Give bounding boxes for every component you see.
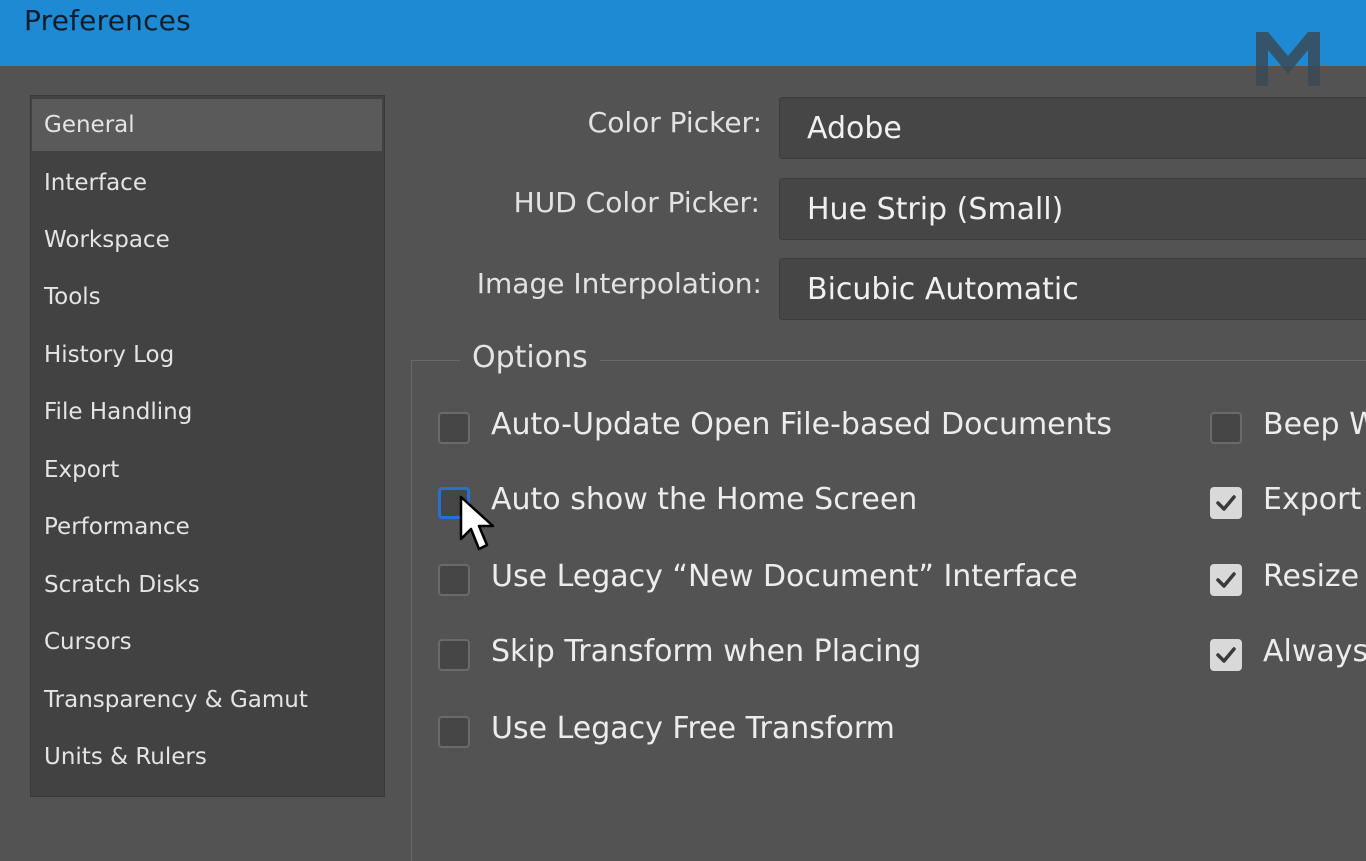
image-interpolation-value: Bicubic Automatic bbox=[807, 271, 1079, 307]
image-interpolation-label: Image Interpolation: bbox=[476, 267, 762, 300]
hud-color-picker-label: HUD Color Picker: bbox=[513, 186, 760, 219]
hud-color-picker-value: Hue Strip (Small) bbox=[807, 191, 1064, 227]
sidebar-item-label: Export bbox=[44, 457, 120, 483]
export-checkbox[interactable] bbox=[1210, 487, 1242, 519]
color-picker-label: Color Picker: bbox=[587, 106, 762, 139]
always-checkbox[interactable] bbox=[1210, 639, 1242, 671]
sidebar-item-label: General bbox=[44, 112, 135, 138]
sidebar-item-label: Performance bbox=[44, 514, 190, 540]
auto-show-home-screen-label[interactable]: Auto show the Home Screen bbox=[491, 482, 917, 517]
sidebar-item-history-log[interactable]: History Log bbox=[32, 329, 382, 381]
legacy-free-transform-label[interactable]: Use Legacy Free Transform bbox=[491, 711, 895, 746]
checkmark-icon bbox=[1216, 495, 1236, 511]
hud-color-picker-select[interactable]: Hue Strip (Small) bbox=[779, 178, 1366, 240]
sidebar-item-label: Scratch Disks bbox=[44, 572, 200, 598]
sidebar-item-label: Interface bbox=[44, 170, 147, 196]
sidebar-item-label: History Log bbox=[44, 342, 175, 368]
title-bar: Preferences bbox=[0, 0, 1366, 66]
watermark-logo-icon bbox=[1256, 32, 1320, 86]
sidebar-item-tools[interactable]: Tools bbox=[32, 271, 382, 323]
beep-checkbox[interactable] bbox=[1210, 412, 1242, 444]
sidebar-item-interface[interactable]: Interface bbox=[32, 157, 382, 209]
sidebar-item-performance[interactable]: Performance bbox=[32, 501, 382, 553]
sidebar-item-label: Cursors bbox=[44, 629, 132, 655]
export-label[interactable]: Export bbox=[1263, 482, 1361, 517]
resize-checkbox[interactable] bbox=[1210, 564, 1242, 596]
color-picker-select[interactable]: Adobe bbox=[779, 97, 1366, 159]
image-interpolation-select[interactable]: Bicubic Automatic bbox=[779, 258, 1366, 320]
resize-label[interactable]: Resize bbox=[1263, 559, 1359, 594]
beep-label[interactable]: Beep W bbox=[1263, 407, 1366, 442]
legacy-new-document-checkbox[interactable] bbox=[438, 564, 470, 596]
always-label[interactable]: Always bbox=[1263, 634, 1366, 669]
sidebar-item-label: Workspace bbox=[44, 227, 170, 253]
sidebar-item-label: Units & Rulers bbox=[44, 744, 207, 770]
legacy-free-transform-checkbox[interactable] bbox=[438, 716, 470, 748]
sidebar-item-file-handling[interactable]: File Handling bbox=[32, 386, 382, 438]
options-group-title: Options bbox=[460, 340, 600, 375]
sidebar-item-units-rulers[interactable]: Units & Rulers bbox=[32, 731, 382, 783]
category-list: General Interface Workspace Tools Histor… bbox=[30, 95, 385, 797]
sidebar-item-workspace[interactable]: Workspace bbox=[32, 214, 382, 266]
sidebar-item-general[interactable]: General bbox=[32, 99, 382, 151]
sidebar-item-label: File Handling bbox=[44, 399, 193, 425]
skip-transform-placing-label[interactable]: Skip Transform when Placing bbox=[491, 634, 921, 669]
auto-update-open-documents-checkbox[interactable] bbox=[438, 412, 470, 444]
auto-update-open-documents-label[interactable]: Auto-Update Open File-based Documents bbox=[491, 407, 1112, 442]
sidebar-item-cursors[interactable]: Cursors bbox=[32, 616, 382, 668]
skip-transform-placing-checkbox[interactable] bbox=[438, 639, 470, 671]
sidebar-item-transparency-gamut[interactable]: Transparency & Gamut bbox=[32, 674, 382, 726]
checkmark-icon bbox=[1216, 572, 1236, 588]
color-picker-value: Adobe bbox=[807, 110, 902, 146]
window-title: Preferences bbox=[24, 4, 191, 37]
sidebar-item-scratch-disks[interactable]: Scratch Disks bbox=[32, 559, 382, 611]
checkmark-icon bbox=[1216, 647, 1236, 663]
sidebar-item-export[interactable]: Export bbox=[32, 444, 382, 496]
legacy-new-document-label[interactable]: Use Legacy “New Document” Interface bbox=[491, 559, 1078, 594]
sidebar-item-label: Tools bbox=[44, 284, 101, 310]
sidebar-item-label: Transparency & Gamut bbox=[44, 687, 308, 713]
mouse-pointer-icon bbox=[459, 495, 495, 551]
